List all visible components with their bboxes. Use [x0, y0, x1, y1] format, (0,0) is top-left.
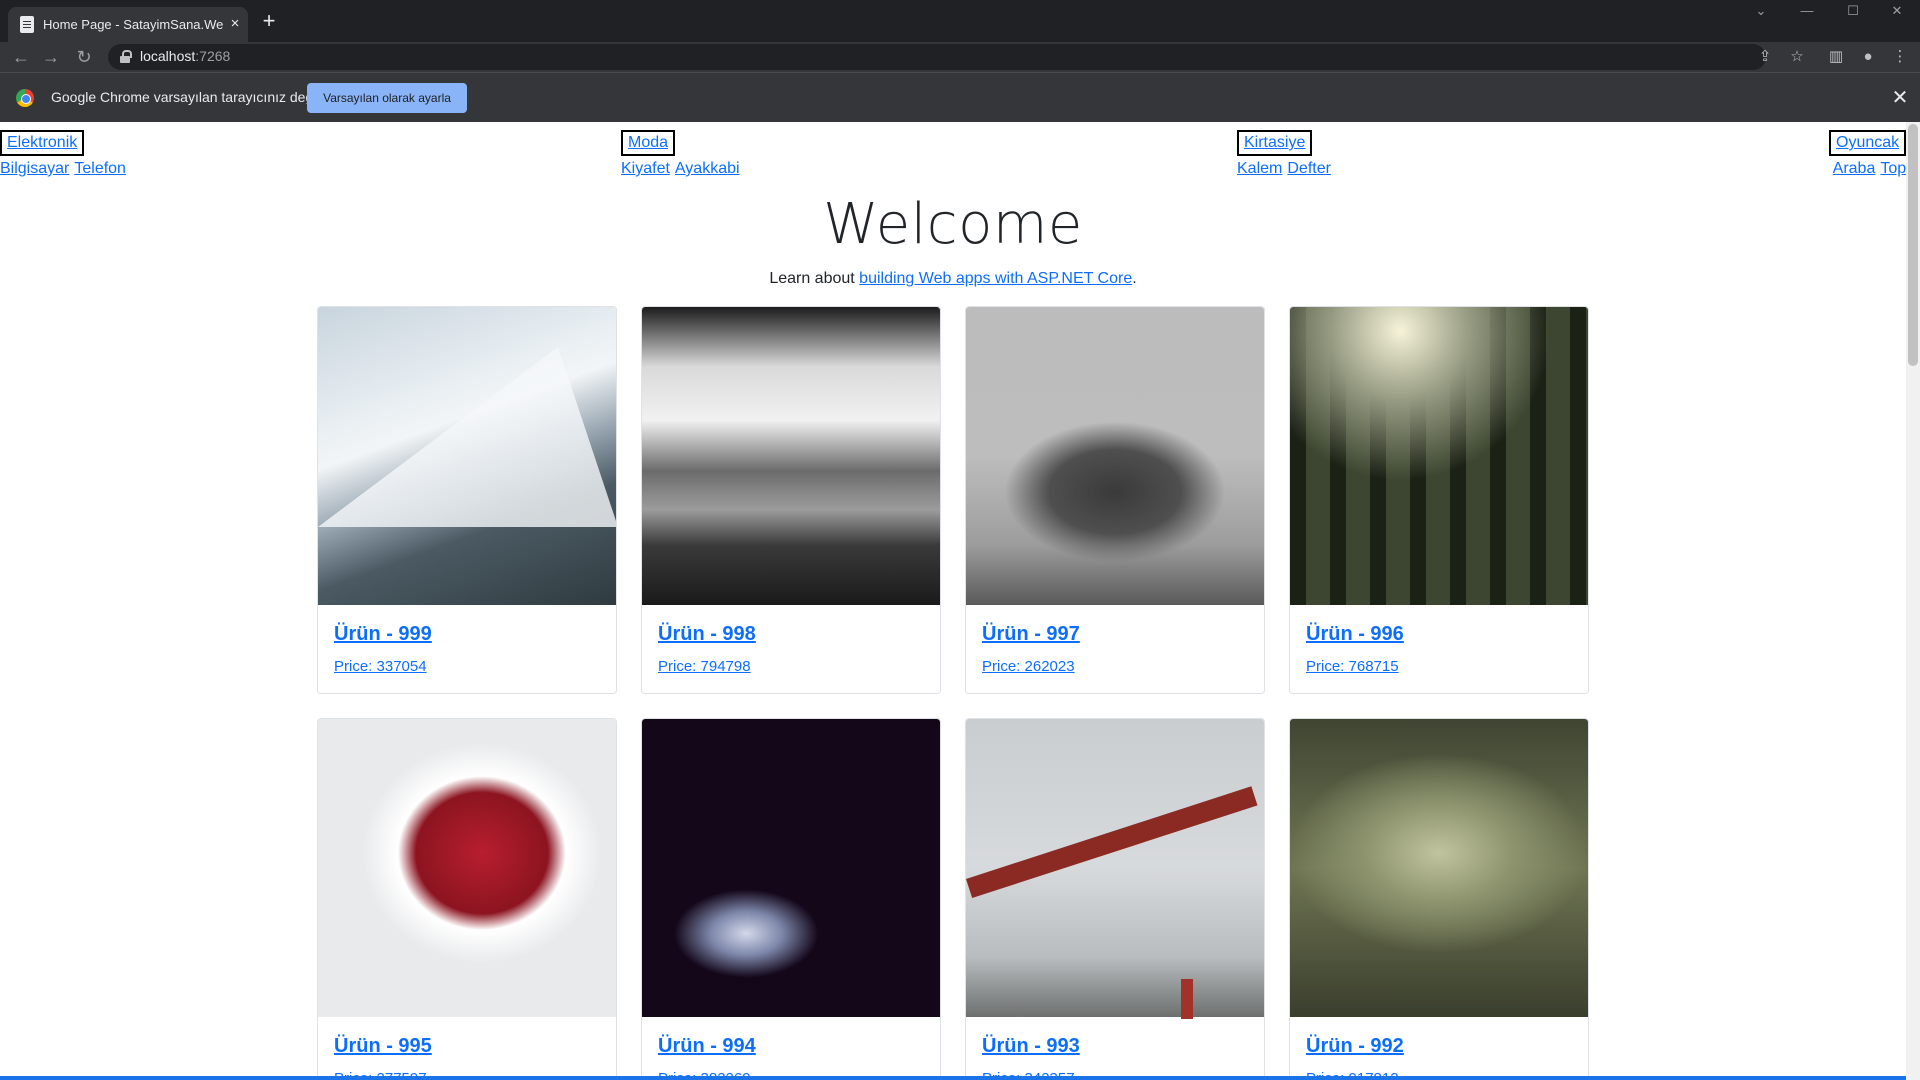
product-price[interactable]: Price: 794798 — [658, 658, 751, 675]
product-title[interactable]: Ürün - 997 — [982, 623, 1080, 646]
minimize-button[interactable]: — — [1784, 0, 1830, 22]
category-elektronik: Elektronik Bilgisayar Telefon — [0, 130, 131, 178]
subcategory-link[interactable]: Top — [1880, 160, 1906, 177]
subcategory-link[interactable]: Defter — [1287, 160, 1331, 177]
product-card[interactable]: Ürün - 992 Price: 917812 — [1289, 718, 1589, 1080]
product-title[interactable]: Ürün - 992 — [1306, 1035, 1404, 1058]
lead-text: Learn about building Web apps with ASP.N… — [769, 270, 1137, 287]
lock-icon[interactable] — [120, 50, 132, 64]
product-title[interactable]: Ürün - 996 — [1306, 623, 1404, 646]
page-icon — [20, 16, 34, 33]
product-price[interactable]: Price: 768715 — [1306, 658, 1399, 675]
side-panel-icon[interactable]: ▥ — [1823, 44, 1849, 70]
product-card[interactable]: Ürün - 997 Price: 262023 — [965, 306, 1265, 694]
product-price[interactable]: Price: 337054 — [334, 658, 427, 675]
page-scrollbar[interactable] — [1906, 122, 1920, 1080]
product-card[interactable]: Ürün - 999 Price: 337054 — [317, 306, 617, 694]
subcategory-link[interactable]: Araba — [1833, 160, 1876, 177]
chrome-logo-icon — [16, 89, 34, 107]
default-browser-infobar: Google Chrome varsayılan tarayıcınız değ… — [0, 72, 1920, 122]
product-title[interactable]: Ürün - 995 — [334, 1035, 432, 1058]
product-image[interactable] — [1290, 719, 1588, 1017]
category-kirtasiye: Kirtasiye Kalem Defter — [1237, 130, 1336, 178]
product-title[interactable]: Ürün - 994 — [658, 1035, 756, 1058]
subcategory-link[interactable]: Kiyafet — [621, 160, 670, 177]
category-link[interactable]: Moda — [621, 130, 676, 156]
set-default-button[interactable]: Varsayılan olarak ayarla — [307, 83, 467, 113]
product-card[interactable]: Ürün - 993 Price: 342357 — [965, 718, 1265, 1080]
product-image[interactable] — [642, 307, 940, 605]
browser-toolbar: ← → ↻ localhost:7268 ⇪ ☆ ▥ ● ⋮ — [0, 42, 1920, 72]
subcategory-link[interactable]: Bilgisayar — [0, 160, 69, 177]
tab-search-icon[interactable]: ⌄ — [1738, 0, 1784, 22]
back-icon[interactable]: ← — [8, 44, 34, 70]
close-tab-icon[interactable]: × — [226, 15, 244, 33]
maximize-button[interactable]: ☐ — [1830, 0, 1876, 22]
product-card[interactable]: Ürün - 996 Price: 768715 — [1289, 306, 1589, 694]
subcategory-link[interactable]: Telefon — [74, 160, 126, 177]
menu-kebab-icon[interactable]: ⋮ — [1887, 44, 1913, 70]
web-page: Elektronik Bilgisayar Telefon Moda Kiyafe… — [0, 122, 1906, 1080]
category-oyuncak: Oyuncak Araba Top — [1829, 130, 1906, 178]
new-tab-button[interactable]: + — [256, 9, 282, 35]
product-price[interactable]: Price: 262023 — [982, 658, 1075, 675]
browser-tabbar: Home Page - SatayimSana.WebUI × + ⌄ — ☐ … — [0, 0, 1920, 42]
forward-icon[interactable]: → — [38, 44, 64, 70]
product-image[interactable] — [318, 719, 616, 1017]
category-link[interactable]: Elektronik — [0, 130, 85, 156]
share-icon[interactable]: ⇪ — [1752, 44, 1778, 70]
product-image[interactable] — [318, 307, 616, 605]
category-link[interactable]: Kirtasiye — [1237, 130, 1313, 156]
tab-title: Home Page - SatayimSana.WebUI — [43, 17, 223, 32]
aspnet-docs-link[interactable]: building Web apps with ASP.NET Core — [859, 270, 1132, 287]
reload-icon[interactable]: ↻ — [71, 44, 97, 70]
window-bottom-edge — [0, 1076, 1906, 1080]
product-title[interactable]: Ürün - 998 — [658, 623, 756, 646]
product-card[interactable]: Ürün - 995 Price: 277597 — [317, 718, 617, 1080]
close-window-button[interactable]: ✕ — [1874, 0, 1920, 22]
infobar-message: Google Chrome varsayılan tarayıcınız değ… — [51, 89, 320, 105]
category-link[interactable]: Oyuncak — [1829, 130, 1906, 156]
browser-tab[interactable]: Home Page - SatayimSana.WebUI × — [8, 7, 248, 42]
subcategory-link[interactable]: Kalem — [1237, 160, 1282, 177]
page-title: Welcome — [823, 192, 1083, 257]
product-title[interactable]: Ürün - 999 — [334, 623, 432, 646]
product-title[interactable]: Ürün - 993 — [982, 1035, 1080, 1058]
product-image[interactable] — [966, 719, 1264, 1019]
address-bar[interactable]: localhost:7268 — [108, 44, 1766, 70]
url-text: localhost:7268 — [140, 48, 231, 64]
infobar-close-icon[interactable]: ✕ — [1888, 86, 1912, 110]
subcategory-link[interactable]: Ayakkabi — [675, 160, 740, 177]
product-card[interactable]: Ürün - 998 Price: 794798 — [641, 306, 941, 694]
category-moda: Moda Kiyafet Ayakkabi — [621, 130, 745, 178]
profile-icon[interactable]: ● — [1855, 44, 1881, 70]
product-image[interactable] — [642, 719, 940, 1017]
product-card[interactable]: Ürün - 994 Price: 382269 — [641, 718, 941, 1080]
product-image[interactable] — [966, 307, 1264, 605]
bookmark-star-icon[interactable]: ☆ — [1784, 44, 1810, 70]
scrollbar-thumb[interactable] — [1908, 124, 1918, 366]
product-image[interactable] — [1290, 307, 1588, 605]
